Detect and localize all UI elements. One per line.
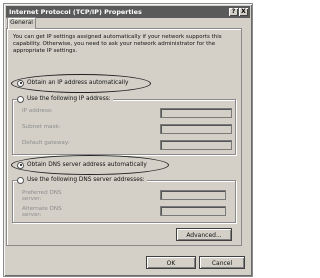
subnet-mask-row: Subnet mask: bbox=[22, 124, 82, 130]
ok-button[interactable]: OK bbox=[146, 256, 196, 269]
use-ip-manual-radio[interactable] bbox=[17, 95, 24, 103]
tab-general[interactable]: General bbox=[7, 17, 36, 29]
obtain-dns-auto-label: Obtain DNS server address automatically bbox=[27, 162, 147, 168]
default-gateway-row: Default gateway: bbox=[22, 140, 82, 146]
default-gateway-field[interactable] bbox=[160, 140, 232, 150]
alternate-dns-row: Alternate DNS server: bbox=[22, 206, 82, 218]
use-ip-manual-label: Use the following IP address: bbox=[27, 96, 111, 102]
title-buttons: ? X bbox=[229, 8, 248, 16]
ip-address-row: IP address: bbox=[22, 108, 82, 114]
title-bar: Internet Protocol (TCP/IP) Properties ? … bbox=[6, 6, 250, 18]
preferred-dns-field[interactable] bbox=[160, 190, 226, 200]
ip-address-field[interactable] bbox=[160, 108, 232, 118]
default-gateway-label: Default gateway: bbox=[22, 140, 70, 146]
use-dns-manual-option[interactable]: Use the following DNS server addresses: bbox=[17, 176, 147, 184]
close-button[interactable]: X bbox=[239, 8, 248, 16]
obtain-ip-auto-label: Obtain an IP address automatically bbox=[27, 80, 129, 86]
obtain-dns-auto-option[interactable]: Obtain DNS server address automatically bbox=[17, 161, 147, 169]
use-dns-manual-label: Use the following DNS server addresses: bbox=[27, 177, 145, 183]
use-ip-manual-option[interactable]: Use the following IP address: bbox=[17, 95, 113, 103]
alternate-dns-label: Alternate DNS server: bbox=[22, 206, 62, 218]
preferred-dns-row: Preferred DNS server: bbox=[22, 190, 82, 202]
advanced-button[interactable]: Advanced... bbox=[176, 228, 232, 241]
alternate-dns-field[interactable] bbox=[160, 206, 226, 216]
use-dns-manual-radio[interactable] bbox=[17, 176, 24, 184]
window-title: Internet Protocol (TCP/IP) Properties bbox=[9, 8, 142, 16]
subnet-mask-label: Subnet mask: bbox=[22, 124, 61, 130]
obtain-ip-auto-radio[interactable] bbox=[17, 79, 24, 87]
ip-address-label: IP address: bbox=[22, 108, 53, 114]
cancel-button[interactable]: Cancel bbox=[199, 256, 245, 269]
subnet-mask-field[interactable] bbox=[160, 124, 232, 134]
description-text: You can get IP settings assigned automat… bbox=[13, 34, 222, 54]
obtain-dns-auto-radio[interactable] bbox=[17, 161, 24, 169]
obtain-ip-auto-option[interactable]: Obtain an IP address automatically bbox=[17, 79, 128, 87]
help-button[interactable]: ? bbox=[229, 8, 238, 16]
preferred-dns-label: Preferred DNS server: bbox=[22, 190, 62, 202]
